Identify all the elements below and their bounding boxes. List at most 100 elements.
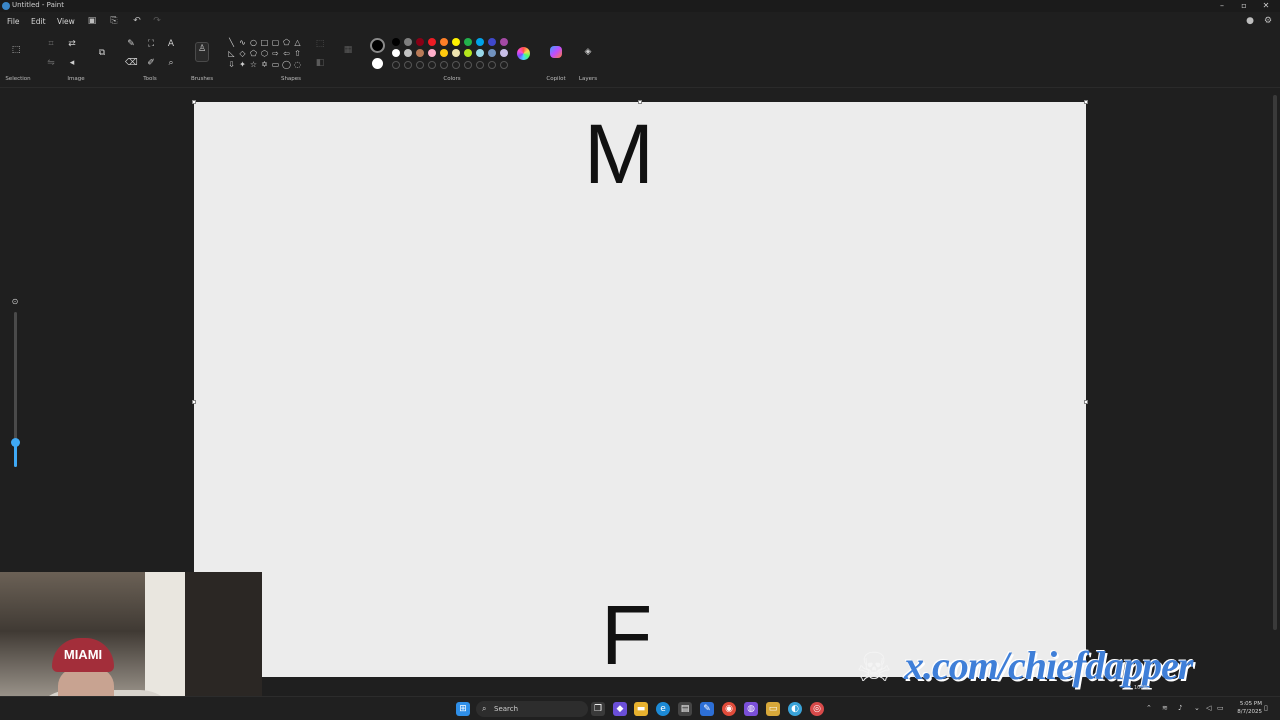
pencil-icon[interactable]: ✎ (125, 38, 137, 50)
color-swatch[interactable] (392, 49, 400, 57)
color-swatch[interactable] (392, 38, 400, 46)
redo-icon[interactable]: ↷ (151, 15, 163, 27)
task-view-icon[interactable]: ❐ (591, 702, 605, 716)
canvas-resize-handle-left[interactable] (192, 400, 196, 404)
color-swatch[interactable] (464, 49, 472, 57)
text-tool-icon[interactable]: A (165, 38, 177, 50)
vertical-scrollbar[interactable] (1273, 95, 1277, 630)
copilot-taskbar-icon[interactable]: ◆ (613, 702, 627, 716)
callout-oval-icon[interactable]: ◯ (282, 60, 291, 69)
layers-icon[interactable]: ◈ (582, 46, 594, 58)
tray-chevron-icon[interactable]: ⌃ (1146, 704, 1152, 712)
diamond-shape-icon[interactable]: ◇ (238, 49, 247, 58)
drawing-canvas[interactable]: M F (194, 102, 1086, 677)
account-icon[interactable]: ● (1244, 15, 1256, 27)
down-arrow-shape-icon[interactable]: ⇩ (227, 60, 236, 69)
callout-cloud-icon[interactable]: ◌ (293, 60, 302, 69)
color-swatch[interactable] (500, 38, 508, 46)
settings-gear-icon[interactable]: ⚙ (1262, 15, 1274, 27)
color-swatch[interactable] (452, 38, 460, 46)
tray-arrow-icon[interactable]: ⌄ (1194, 704, 1200, 712)
magnifier-icon[interactable]: ⌕ (165, 57, 177, 69)
color-swatch[interactable] (428, 38, 436, 46)
rectangle-shape-icon[interactable]: □ (260, 38, 269, 47)
menu-edit[interactable]: Edit (31, 17, 46, 26)
resize-icon[interactable]: ⇄ (66, 38, 78, 50)
menu-file[interactable]: File (7, 17, 20, 26)
image-select-icon[interactable]: ⧉ (96, 47, 108, 59)
custom-color-slot[interactable] (452, 61, 460, 69)
pentagon-shape-icon[interactable]: ⬠ (249, 49, 258, 58)
fill-bucket-icon[interactable]: ⛶ (145, 38, 157, 50)
left-arrow-shape-icon[interactable]: ⇦ (282, 49, 291, 58)
shape-fill-icon[interactable]: ◧ (314, 57, 326, 69)
custom-color-slot[interactable] (464, 61, 472, 69)
custom-color-slot[interactable] (500, 61, 508, 69)
secondary-color-swatch[interactable] (372, 58, 383, 69)
copilot-icon[interactable] (550, 46, 562, 58)
color-picker-icon[interactable]: ✐ (145, 57, 157, 69)
four-point-star-icon[interactable]: ✦ (238, 60, 247, 69)
eraser-icon[interactable]: ⌫ (125, 57, 138, 69)
custom-color-slot[interactable] (488, 61, 496, 69)
color-swatch[interactable] (404, 38, 412, 46)
color-swatch[interactable] (500, 49, 508, 57)
selection-rect-icon[interactable]: ⬚ (10, 44, 22, 56)
polygon-shape-icon[interactable]: ⬠ (282, 38, 291, 47)
brush-icon[interactable]: ♙ (195, 42, 209, 62)
six-point-star-icon[interactable]: ✡ (260, 60, 269, 69)
save-icon[interactable]: ▣ (86, 15, 98, 27)
discord-icon[interactable]: ◍ (744, 702, 758, 716)
custom-color-slot[interactable] (428, 61, 436, 69)
start-windows-icon[interactable]: ⊞ (456, 702, 470, 716)
notification-icon[interactable]: ▯ (1264, 704, 1268, 712)
triangle-shape-icon[interactable]: △ (293, 38, 302, 47)
color-swatch[interactable] (476, 49, 484, 57)
color-swatch[interactable] (476, 38, 484, 46)
oval-shape-icon[interactable]: ○ (249, 38, 258, 47)
obs-icon[interactable]: ◎ (810, 702, 824, 716)
color-swatch[interactable] (440, 49, 448, 57)
tray-battery-icon[interactable]: ▭ (1217, 704, 1224, 712)
canvas-resize-handle-tr[interactable] (1084, 100, 1088, 104)
file-explorer-icon[interactable]: ▬ (634, 702, 648, 716)
minimize-button[interactable]: – (1210, 0, 1234, 12)
paint-taskbar-icon[interactable]: ◐ (788, 702, 802, 716)
tray-mic-icon[interactable]: ♪ (1178, 704, 1182, 712)
color-swatch[interactable] (452, 49, 460, 57)
color-swatch[interactable] (416, 49, 424, 57)
crop-icon[interactable]: ⌗ (45, 38, 57, 50)
rounded-rect-shape-icon[interactable]: ▢ (271, 38, 280, 47)
hexagon-shape-icon[interactable]: ⬡ (260, 49, 269, 58)
store-icon[interactable]: ▤ (678, 702, 692, 716)
custom-color-slot[interactable] (404, 61, 412, 69)
outline-icon[interactable]: ⬚ (314, 38, 326, 50)
custom-color-slot[interactable] (440, 61, 448, 69)
edit-colors-icon[interactable] (517, 47, 530, 60)
rotate-icon[interactable]: ◂ (66, 57, 78, 69)
folder-app-icon[interactable]: ▭ (766, 702, 780, 716)
five-point-star-icon[interactable]: ☆ (249, 60, 258, 69)
color-swatch[interactable] (416, 38, 424, 46)
maximize-button[interactable]: ▫ (1232, 0, 1256, 12)
color-swatch[interactable] (464, 38, 472, 46)
taskbar-clock[interactable]: 5:05 PM 8/7/2025 (1228, 700, 1262, 716)
custom-color-slot[interactable] (476, 61, 484, 69)
color-swatch[interactable] (488, 49, 496, 57)
edge-browser-icon[interactable]: e (656, 702, 670, 716)
callout-rect-icon[interactable]: ▭ (271, 60, 280, 69)
canvas-resize-handle-tl[interactable] (192, 100, 196, 104)
curve-shape-icon[interactable]: ∿ (238, 38, 247, 47)
right-triangle-shape-icon[interactable]: ◺ (227, 49, 236, 58)
taskbar-search[interactable]: ⌕ Search (476, 701, 588, 717)
editor-app-icon[interactable]: ✎ (700, 702, 714, 716)
up-arrow-shape-icon[interactable]: ⇧ (293, 49, 302, 58)
chrome-icon[interactable]: ◉ (722, 702, 736, 716)
color-swatch[interactable] (428, 49, 436, 57)
line-shape-icon[interactable]: ╲ (227, 38, 236, 47)
color-swatch[interactable] (488, 38, 496, 46)
tray-volume-icon[interactable]: ◁ (1206, 704, 1211, 712)
share-icon[interactable]: ⎘ (108, 15, 120, 27)
menu-view[interactable]: View (57, 17, 75, 26)
close-button[interactable]: ✕ (1254, 0, 1278, 12)
